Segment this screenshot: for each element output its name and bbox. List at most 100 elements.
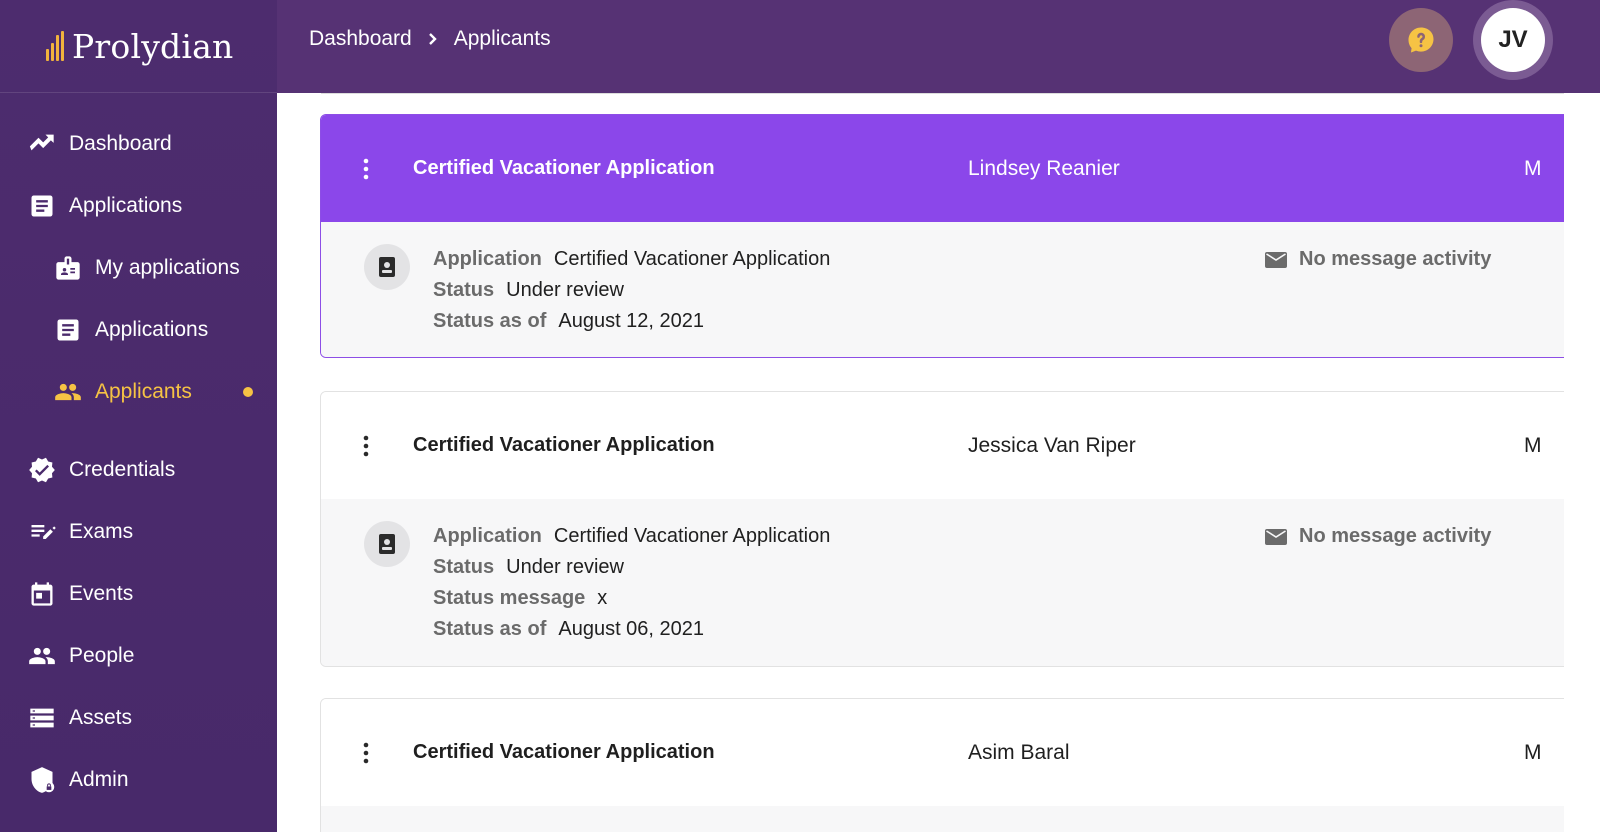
detail-label: Status xyxy=(433,279,495,301)
sidebar-item-label: Exams xyxy=(69,520,134,543)
sidebar-item-label: Events xyxy=(69,582,134,605)
edit-list-icon xyxy=(27,517,57,547)
detail-label: Status as of xyxy=(433,618,547,640)
logo[interactable]: Prolydian xyxy=(0,0,277,93)
sidebar-item-label: Applications xyxy=(95,318,209,341)
sidebar-item-label: Applications xyxy=(69,194,183,217)
sidebar-item-label: Credentials xyxy=(69,458,176,481)
logo-mark-icon xyxy=(46,31,64,61)
sidebar-item-people[interactable]: People xyxy=(0,630,277,682)
trending-up-icon xyxy=(27,129,57,159)
applicant-card-header[interactable]: Certified Vacationer Application Lindsey… xyxy=(321,115,1564,222)
mail-icon xyxy=(1265,251,1287,268)
applicant-card[interactable]: Certified Vacationer Application Jessica… xyxy=(320,391,1564,667)
list-icon xyxy=(27,703,57,733)
application-title: Certified Vacationer Application xyxy=(413,741,715,763)
applicant-card-details: Application Certified Vacationer Applicat… xyxy=(321,499,1564,666)
sidebar-item-events[interactable]: Events xyxy=(0,568,277,620)
breadcrumb: Dashboard Applicants xyxy=(309,0,551,78)
application-title: Certified Vacationer Application xyxy=(413,157,715,179)
sidebar-item-label: Assets xyxy=(69,706,133,729)
detail-row: Status as of August 12, 2021 xyxy=(433,306,830,337)
applicant-card[interactable]: Certified Vacationer Application Asim Ba… xyxy=(320,698,1564,832)
detail-value: August 06, 2021 xyxy=(558,618,705,640)
help-button[interactable] xyxy=(1389,8,1453,72)
header: Dashboard Applicants JV xyxy=(277,0,1600,93)
divider xyxy=(321,93,1564,94)
document-icon xyxy=(27,191,57,221)
more-vert-icon[interactable] xyxy=(359,392,373,499)
applicant-extra-column: M xyxy=(1524,433,1542,457)
message-status-text: No message activity xyxy=(1299,248,1492,270)
sidebar-item-applications-sub[interactable]: Applications xyxy=(0,304,277,356)
active-indicator-dot xyxy=(243,387,253,397)
detail-row: Application Certified Vacationer Applicat… xyxy=(433,521,830,552)
sidebar: Prolydian Dashboard Applications My appl… xyxy=(0,0,277,832)
applicant-card-details: Application Certified Vacationer Applicat… xyxy=(321,222,1564,357)
document-icon xyxy=(53,315,83,345)
help-icon xyxy=(1408,27,1434,53)
detail-row: Status Under review xyxy=(433,275,830,306)
logo-text: Prolydian xyxy=(72,26,234,66)
applicant-extra-column: M xyxy=(1524,156,1542,180)
applicant-card[interactable]: Certified Vacationer Application Lindsey… xyxy=(320,114,1564,358)
sidebar-item-exams[interactable]: Exams xyxy=(0,506,277,558)
detail-label: Status as of xyxy=(433,310,547,332)
sidebar-item-label: People xyxy=(69,644,135,667)
sidebar-item-label: My applications xyxy=(95,256,240,279)
applicant-name: Asim Baral xyxy=(968,740,1070,764)
sidebar-item-assets[interactable]: Assets xyxy=(0,692,277,744)
calendar-icon xyxy=(27,579,57,609)
breadcrumb-dashboard[interactable]: Dashboard xyxy=(309,27,412,51)
detail-value: August 12, 2021 xyxy=(558,310,705,332)
sidebar-item-my-applications[interactable]: My applications xyxy=(0,242,277,294)
sidebar-item-credentials[interactable]: Credentials xyxy=(0,444,277,496)
applicant-card-header[interactable]: Certified Vacationer Application Asim Ba… xyxy=(321,699,1564,806)
people-icon xyxy=(27,641,57,671)
detail-value: Certified Vacationer Application xyxy=(553,525,831,547)
contact-card-icon xyxy=(364,244,410,290)
shield-lock-icon xyxy=(27,765,57,795)
message-status-text: No message activity xyxy=(1299,525,1492,547)
contact-card-icon xyxy=(364,521,410,567)
sidebar-item-admin[interactable]: Admin xyxy=(0,754,277,806)
id-badge-icon xyxy=(53,253,83,283)
detail-value: Certified Vacationer Application xyxy=(553,248,831,270)
application-title: Certified Vacationer Application xyxy=(413,434,715,456)
people-icon xyxy=(53,377,83,407)
detail-row: Status message x xyxy=(433,583,830,614)
mail-icon xyxy=(1265,528,1287,545)
applicant-extra-column: M xyxy=(1524,740,1542,764)
detail-value: Under review xyxy=(506,556,624,578)
applicant-name: Lindsey Reanier xyxy=(968,156,1120,180)
detail-label: Status xyxy=(433,556,495,578)
message-status: No message activity xyxy=(1265,521,1491,552)
detail-row: Application Certified Vacationer Applicat… xyxy=(433,244,830,275)
message-status: No message activity xyxy=(1265,244,1491,275)
user-menu[interactable]: JV xyxy=(1473,0,1553,80)
chevron-right-icon xyxy=(426,32,440,46)
applicant-card-header[interactable]: Certified Vacationer Application Jessica… xyxy=(321,392,1564,499)
sidebar-item-applicants[interactable]: Applicants xyxy=(0,366,277,418)
sidebar-item-applications[interactable]: Applications xyxy=(0,180,277,232)
detail-row: Status Under review xyxy=(433,552,830,583)
sidebar-item-dashboard[interactable]: Dashboard xyxy=(0,118,277,170)
detail-row: Status as of August 06, 2021 xyxy=(433,614,830,645)
details-list: Application Certified Vacationer Applicat… xyxy=(433,521,830,645)
more-vert-icon[interactable] xyxy=(359,115,373,222)
detail-value: x xyxy=(597,587,608,609)
avatar: JV xyxy=(1481,8,1545,72)
sidebar-item-label: Dashboard xyxy=(69,132,172,155)
detail-value: Under review xyxy=(506,279,624,301)
detail-label: Status message xyxy=(433,587,586,609)
sidebar-item-label: Applicants xyxy=(95,380,192,403)
sidebar-item-label: Admin xyxy=(69,768,129,791)
verified-badge-icon xyxy=(27,455,57,485)
details-list: Application Certified Vacationer Applicat… xyxy=(433,244,830,337)
breadcrumb-applicants: Applicants xyxy=(453,27,551,50)
detail-label: Application xyxy=(433,248,542,270)
applicant-card-details xyxy=(321,806,1564,832)
applicant-name: Jessica Van Riper xyxy=(968,433,1136,457)
applicants-list: Certified Vacationer Application Lindsey… xyxy=(277,93,1564,832)
more-vert-icon[interactable] xyxy=(359,699,373,806)
